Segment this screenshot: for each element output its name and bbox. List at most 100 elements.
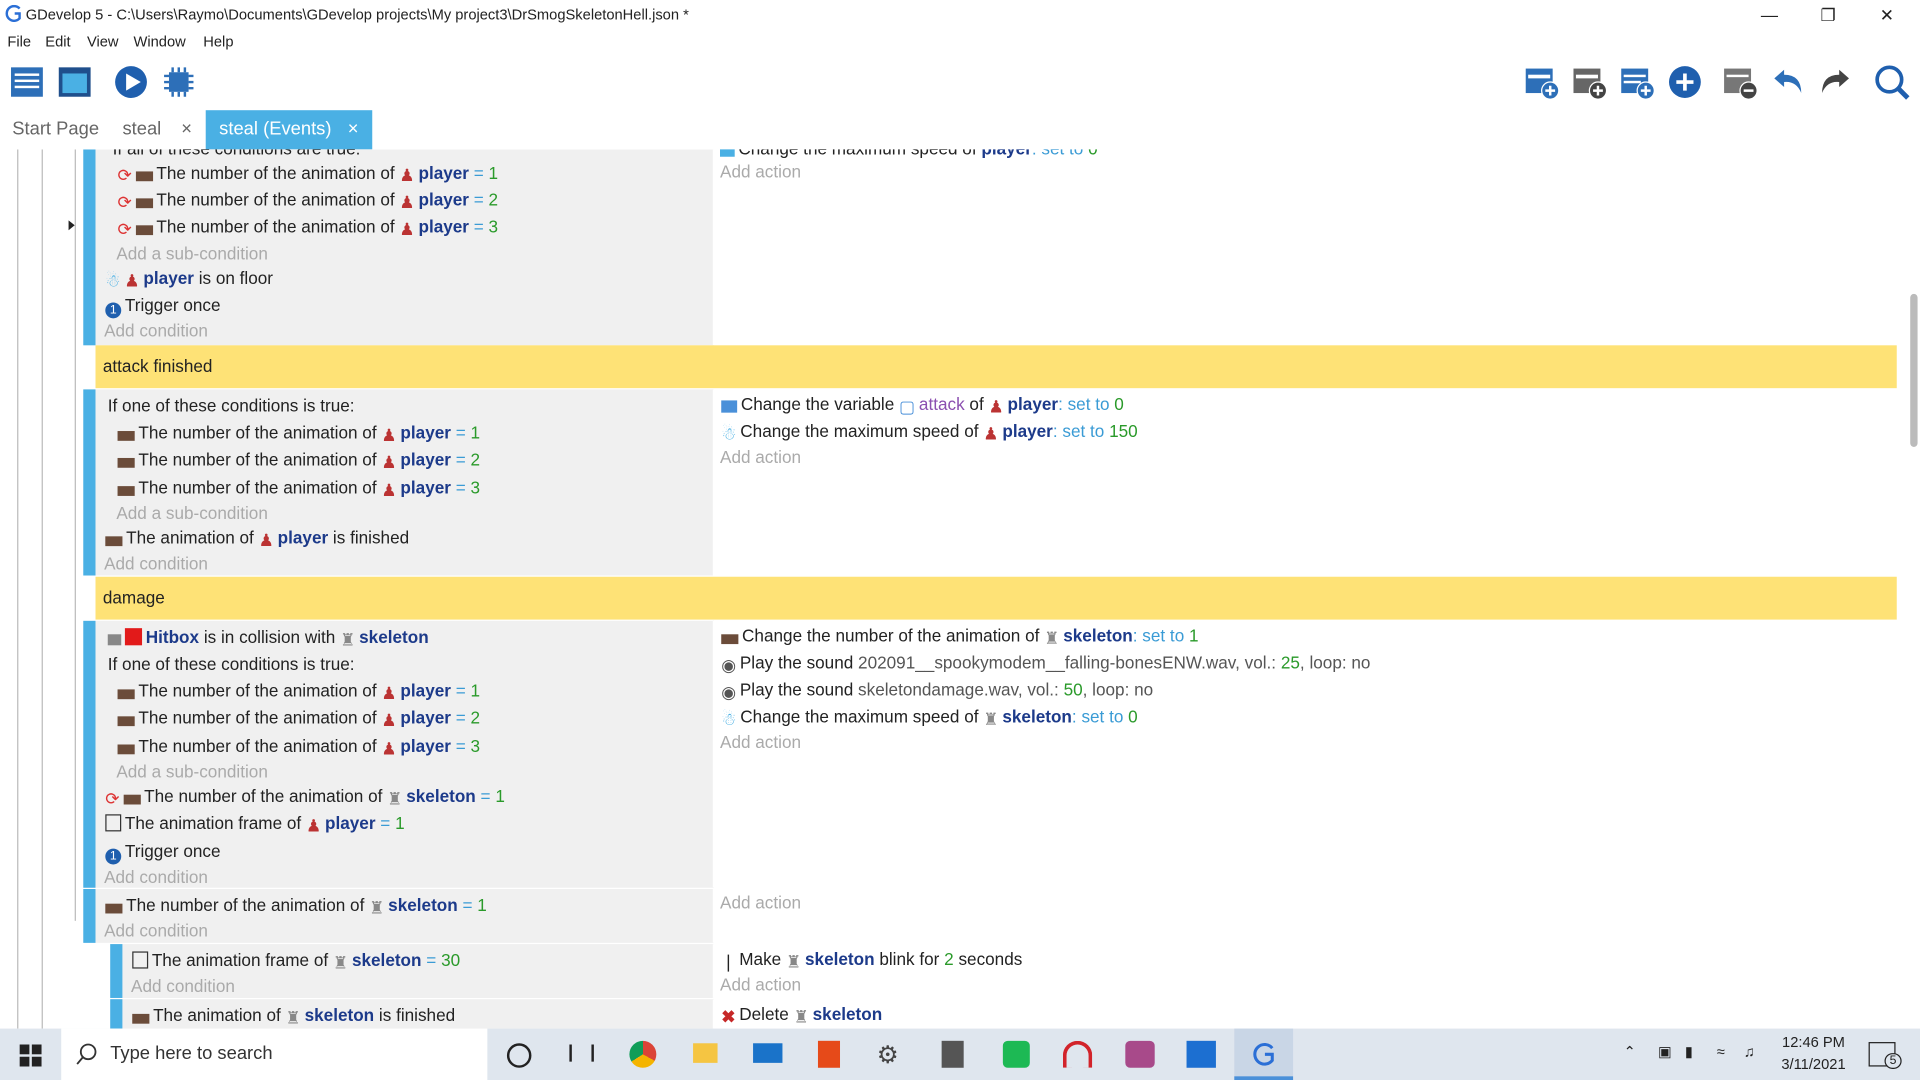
scene-editor-icon[interactable]: [56, 64, 93, 101]
headphones-app-icon[interactable]: [1062, 1040, 1093, 1068]
action-line[interactable]: ✖ Delete ♜ skeleton: [721, 1004, 882, 1027]
tab-steal[interactable]: steal ×: [105, 110, 205, 149]
condition-group[interactable]: If all of these conditions are true:: [113, 149, 361, 158]
menu-help[interactable]: Help: [203, 33, 233, 50]
cortana-icon[interactable]: [506, 1043, 532, 1068]
events-sheet[interactable]: If all of these conditions are true: Cha…: [0, 149, 1920, 1029]
taskbar-search[interactable]: Type here to search: [61, 1028, 488, 1080]
action-line[interactable]: Change the variable ▢ attack of ♟ player: …: [721, 394, 1124, 417]
condition-line[interactable]: The number of the animation of ♜ skeleton…: [105, 895, 487, 918]
chrome-icon[interactable]: [629, 1040, 657, 1068]
restore-button[interactable]: ❐: [1800, 2, 1856, 26]
condition-line[interactable]: ⟳ The number of the animation of ♟ player …: [118, 163, 499, 186]
condition-line[interactable]: The animation frame of ♜ skeleton = 30: [132, 950, 460, 973]
tray-chevron-icon[interactable]: ⌃: [1624, 1043, 1636, 1060]
preview-play-icon[interactable]: [113, 64, 150, 101]
add-action-button[interactable]: Add action: [720, 732, 801, 752]
add-event-icon[interactable]: [1523, 64, 1560, 101]
windows-taskbar: Type here to search ⚙ ⌃ ▣ ▮ ≈ ♫ 12:46 PM…: [0, 1028, 1920, 1080]
condition-line[interactable]: ⟳ The number of the animation of ♟ player …: [118, 217, 499, 240]
add-action-button[interactable]: Add action: [720, 162, 801, 182]
condition-line[interactable]: ⟳ The number of the animation of ♟ player …: [118, 190, 499, 213]
add-action-button[interactable]: Add action: [720, 975, 801, 995]
scrollbar-thumb[interactable]: [1910, 293, 1918, 447]
add-action-button[interactable]: Add action: [720, 447, 801, 467]
battery-icon[interactable]: ▮: [1685, 1043, 1693, 1060]
notification-icon[interactable]: 5: [1868, 1042, 1902, 1069]
windows-start-icon[interactable]: [19, 1044, 42, 1067]
gdevelop-taskbar-button[interactable]: [1234, 1028, 1294, 1080]
condition-line[interactable]: The number of the animation of ♟ player =…: [117, 478, 480, 501]
add-subcondition-button[interactable]: Add a sub-condition: [116, 244, 268, 264]
task-view-icon[interactable]: [569, 1044, 594, 1062]
menu-file[interactable]: File: [7, 33, 31, 50]
add-subcondition-button[interactable]: Add a sub-condition: [116, 503, 268, 523]
redo-icon[interactable]: [1817, 64, 1854, 101]
wifi-icon[interactable]: ≈: [1717, 1043, 1725, 1060]
add-subevent-icon[interactable]: [1571, 64, 1608, 101]
action-line[interactable]: ☃ Change the maximum speed of ♟ player: se…: [721, 421, 1137, 444]
menu-window[interactable]: Window: [133, 33, 185, 50]
tab-steal-events[interactable]: steal (Events) ×: [205, 110, 373, 150]
events-scrollbar[interactable]: [1907, 149, 1920, 1029]
add-condition-button[interactable]: Add condition: [104, 321, 208, 341]
condition-line[interactable]: ⟳ The number of the animation of ♜ skeleto…: [105, 786, 505, 809]
game-app-icon[interactable]: [1125, 1040, 1155, 1068]
project-manager-icon[interactable]: [9, 64, 46, 101]
mail-icon[interactable]: [753, 1043, 783, 1063]
condition-group[interactable]: If one of these conditions is true:: [108, 396, 355, 416]
add-action-button[interactable]: Add action: [720, 893, 801, 913]
comment-damage[interactable]: damage: [95, 576, 1897, 620]
condition-line[interactable]: ☃ ♟ player is on floor: [105, 268, 273, 291]
condition-line[interactable]: The number of the animation of ♟ player =…: [117, 708, 480, 731]
condition-line[interactable]: The animation of ♜ skeleton is finished: [132, 1005, 455, 1028]
condition-line[interactable]: 1 Trigger once: [105, 841, 221, 865]
action-line[interactable]: ◉ Play the sound skeletondamage.wav, vol.…: [721, 680, 1153, 703]
action-line[interactable]: Change the number of the animation of ♜ s…: [721, 626, 1199, 649]
close-window-button[interactable]: ✕: [1859, 2, 1915, 26]
calculator-icon[interactable]: [941, 1040, 964, 1068]
network-device-icon[interactable]: ▣: [1658, 1043, 1672, 1060]
delete-event-icon[interactable]: [1722, 64, 1759, 101]
action-line[interactable]: Change the maximum speed of player: set …: [720, 149, 1098, 158]
action-line[interactable]: ☃ Change the maximum speed of ♜ skeleton: …: [721, 707, 1137, 730]
tab-start-page[interactable]: Start Page: [0, 110, 105, 149]
file-explorer-icon[interactable]: [693, 1043, 718, 1063]
add-other-icon[interactable]: [1667, 64, 1704, 101]
add-subcondition-button[interactable]: Add a sub-condition: [116, 762, 268, 782]
condition-line[interactable]: The number of the animation of ♟ player =…: [117, 681, 480, 704]
condition-line[interactable]: The number of the animation of ♟ player =…: [117, 449, 480, 472]
comment-attack-finished[interactable]: attack finished: [95, 345, 1897, 389]
condition-line[interactable]: Hitbox is in collision with ♜ skeleton: [107, 627, 429, 650]
tab-close-icon[interactable]: ×: [181, 110, 192, 149]
tab-close-icon[interactable]: ×: [348, 110, 359, 149]
debugger-icon[interactable]: [160, 64, 197, 101]
office-icon[interactable]: [817, 1040, 841, 1068]
add-condition-button[interactable]: Add condition: [104, 867, 208, 887]
photos-icon[interactable]: [1186, 1040, 1216, 1068]
add-condition-button[interactable]: Add condition: [104, 553, 208, 573]
add-comment-icon[interactable]: [1619, 64, 1656, 101]
condition-line[interactable]: The animation of ♟ player is finished: [105, 528, 409, 551]
hitbox-object-icon: [124, 628, 143, 646]
settings-gear-icon[interactable]: ⚙: [877, 1040, 899, 1071]
sound-icon: ◉: [721, 655, 737, 675]
menu-edit[interactable]: Edit: [45, 33, 70, 50]
spotify-icon[interactable]: [1002, 1040, 1030, 1068]
action-line[interactable]: ◉ Play the sound 202091__spookymodem__fal…: [721, 653, 1370, 676]
condition-line[interactable]: The number of the animation of ♟ player =…: [117, 736, 480, 759]
volume-icon[interactable]: ♫: [1744, 1043, 1755, 1060]
minimize-button[interactable]: —: [1741, 2, 1797, 26]
condition-line[interactable]: 1 Trigger once: [105, 295, 221, 319]
add-condition-button[interactable]: Add condition: [104, 921, 208, 941]
menu-view[interactable]: View: [87, 33, 119, 50]
condition-line[interactable]: The animation frame of ♟ player = 1: [105, 813, 405, 836]
action-line[interactable]: ❘ Make ♜ skeleton blink for 2 seconds: [721, 949, 1022, 972]
condition-line[interactable]: The number of the animation of ♟ player =…: [117, 422, 480, 445]
undo-icon[interactable]: [1769, 64, 1806, 101]
clock[interactable]: 12:46 PM 3/11/2021: [1771, 1033, 1857, 1072]
condition-group[interactable]: If one of these conditions is true:: [108, 654, 355, 674]
add-condition-button[interactable]: Add condition: [131, 976, 235, 996]
collapse-arrow-icon[interactable]: [68, 220, 75, 231]
search-events-icon[interactable]: [1873, 64, 1910, 101]
